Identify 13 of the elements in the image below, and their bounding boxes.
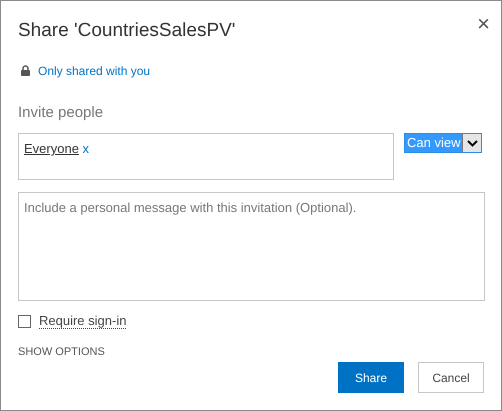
- permission-value: Can view: [405, 134, 462, 152]
- person-token: Everyone: [24, 141, 79, 156]
- remove-button[interactable]: x: [82, 139, 90, 158]
- checkbox-label: Require sign-in: [39, 313, 126, 329]
- cancel-button[interactable]: Cancel: [418, 362, 484, 393]
- close-button[interactable]: ×: [477, 13, 490, 35]
- share-button[interactable]: Share: [338, 362, 404, 393]
- sharing-status-link[interactable]: Only shared with you: [38, 62, 150, 80]
- section-heading: Invite people: [18, 102, 104, 122]
- dialog-title: Share 'CountriesSalesPV': [18, 19, 236, 43]
- show-options-link[interactable]: SHOW OPTIONS: [18, 344, 484, 360]
- message-field[interactable]: Include a personal message with this invitation (Optional).: [18, 192, 485, 301]
- people-field[interactable]: Everyone x: [18, 133, 394, 180]
